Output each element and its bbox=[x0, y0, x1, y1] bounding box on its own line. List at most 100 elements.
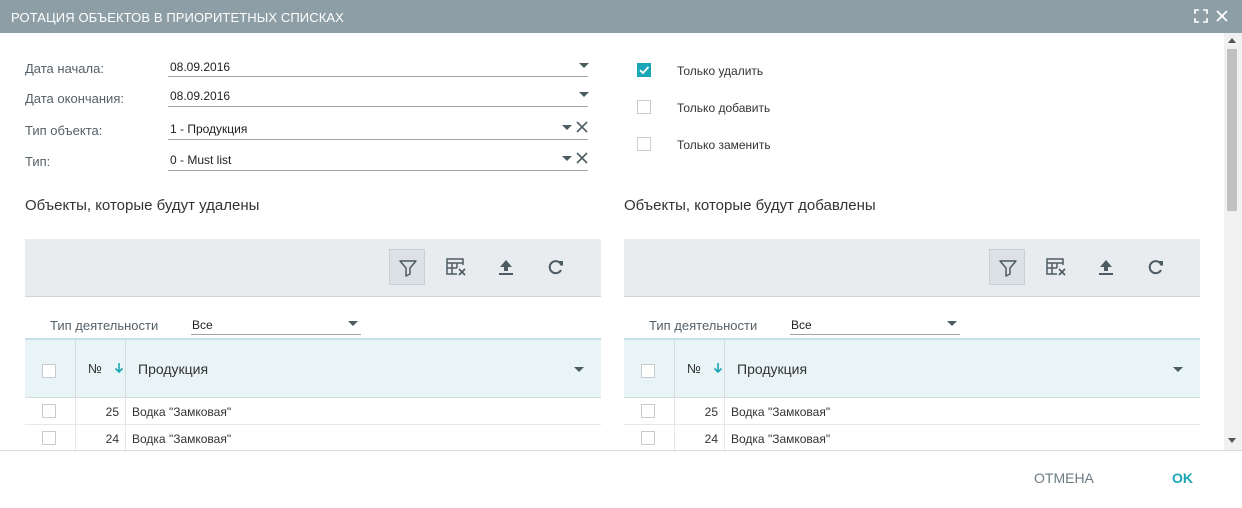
start-date-dropdown-icon[interactable] bbox=[579, 63, 589, 68]
object-type-dropdown-icon[interactable] bbox=[562, 125, 572, 130]
row-product: Водка "Замковая" bbox=[731, 432, 831, 446]
ok-button[interactable]: OK bbox=[1172, 470, 1193, 486]
only-delete-label[interactable]: Только удалить bbox=[677, 64, 763, 78]
only-replace-label[interactable]: Только заменить bbox=[677, 138, 771, 152]
left-upload-button[interactable] bbox=[488, 249, 524, 285]
filter-icon bbox=[999, 260, 1017, 277]
left-clear-filter-button[interactable] bbox=[438, 249, 474, 285]
left-activity-dropdown-icon[interactable] bbox=[348, 321, 358, 326]
row-number: 24 bbox=[704, 432, 718, 446]
row-checkbox[interactable] bbox=[641, 404, 655, 418]
clear-filter-grid-icon bbox=[446, 258, 466, 276]
object-type-clear-icon[interactable] bbox=[576, 120, 588, 133]
scroll-up-arrow[interactable] bbox=[1228, 38, 1236, 43]
left-col-product-header[interactable]: Продукция bbox=[138, 361, 208, 377]
check-icon bbox=[639, 66, 650, 75]
right-grid-header: № Продукция bbox=[624, 338, 1200, 398]
object-type-label: Тип объекта: bbox=[25, 123, 103, 138]
left-select-all-checkbox[interactable] bbox=[42, 364, 56, 378]
row-number: 24 bbox=[105, 432, 119, 446]
scroll-down-arrow[interactable] bbox=[1228, 438, 1236, 443]
right-upload-button[interactable] bbox=[1088, 249, 1124, 285]
only-add-checkbox[interactable] bbox=[637, 100, 651, 114]
column-divider bbox=[75, 425, 76, 452]
object-type-value[interactable]: 1 - Продукция bbox=[170, 122, 247, 136]
row-checkbox[interactable] bbox=[641, 431, 655, 445]
left-column-menu-icon[interactable] bbox=[574, 367, 584, 372]
end-date-underline bbox=[168, 106, 588, 107]
dialog-titlebar: РОТАЦИЯ ОБЪЕКТОВ В ПРИОРИТЕТНЫХ СПИСКАХ bbox=[0, 0, 1242, 33]
start-date-underline bbox=[168, 76, 588, 77]
scrollbar-thumb[interactable] bbox=[1227, 49, 1237, 211]
column-divider bbox=[125, 340, 126, 398]
column-divider bbox=[674, 398, 675, 425]
maximize-icon[interactable] bbox=[1193, 8, 1209, 24]
cancel-button[interactable]: ОТМЕНА bbox=[1034, 470, 1094, 486]
column-divider bbox=[75, 398, 76, 425]
row-checkbox[interactable] bbox=[42, 404, 56, 418]
type-underline bbox=[168, 170, 588, 171]
left-panel-title: Объекты, которые будут удалены bbox=[25, 197, 260, 214]
table-row[interactable]: 24 Водка "Замковая" bbox=[25, 425, 601, 452]
upload-icon bbox=[1099, 260, 1113, 275]
left-activity-value[interactable]: Все bbox=[192, 318, 213, 332]
column-divider bbox=[724, 398, 725, 425]
left-refresh-button[interactable] bbox=[538, 249, 574, 285]
sort-down-icon[interactable] bbox=[713, 362, 723, 374]
row-number: 25 bbox=[704, 405, 718, 419]
left-col-number-header[interactable]: № bbox=[88, 361, 102, 376]
column-divider bbox=[674, 340, 675, 398]
dialog-title: РОТАЦИЯ ОБЪЕКТОВ В ПРИОРИТЕТНЫХ СПИСКАХ bbox=[11, 10, 344, 25]
only-delete-checkbox[interactable] bbox=[637, 63, 651, 77]
row-product: Водка "Замковая" bbox=[132, 432, 232, 446]
column-divider bbox=[724, 425, 725, 452]
row-number: 25 bbox=[105, 405, 119, 419]
column-divider bbox=[75, 340, 76, 398]
object-type-underline bbox=[168, 139, 588, 140]
row-product: Водка "Замковая" bbox=[132, 405, 232, 419]
start-date-label: Дата начала: bbox=[25, 61, 104, 76]
table-row[interactable]: 25 Водка "Замковая" bbox=[25, 398, 601, 425]
right-col-product-header[interactable]: Продукция bbox=[737, 361, 807, 377]
refresh-icon bbox=[1148, 260, 1163, 275]
column-divider bbox=[125, 425, 126, 452]
table-row[interactable]: 25 Водка "Замковая" bbox=[624, 398, 1200, 425]
end-date-label: Дата окончания: bbox=[25, 91, 124, 106]
row-product: Водка "Замковая" bbox=[731, 405, 831, 419]
only-replace-checkbox[interactable] bbox=[637, 137, 651, 151]
only-add-label[interactable]: Только добавить bbox=[677, 101, 770, 115]
column-divider bbox=[674, 425, 675, 452]
sort-down-icon[interactable] bbox=[114, 362, 124, 374]
start-date-value[interactable]: 08.09.2016 bbox=[170, 60, 230, 74]
footer-divider bbox=[0, 450, 1242, 451]
refresh-icon bbox=[548, 260, 563, 275]
row-checkbox[interactable] bbox=[42, 431, 56, 445]
right-grid-toolbar bbox=[624, 239, 1200, 297]
column-divider bbox=[125, 398, 126, 425]
left-filter-button[interactable] bbox=[389, 249, 425, 285]
right-column-menu-icon[interactable] bbox=[1173, 367, 1183, 372]
column-divider bbox=[724, 340, 725, 398]
end-date-value[interactable]: 08.09.2016 bbox=[170, 89, 230, 103]
right-activity-underline bbox=[790, 334, 960, 335]
filter-icon bbox=[399, 260, 417, 277]
close-icon[interactable] bbox=[1214, 8, 1230, 24]
table-row[interactable]: 24 Водка "Замковая" bbox=[624, 425, 1200, 452]
right-panel-title: Объекты, которые будут добавлены bbox=[624, 197, 876, 214]
type-value[interactable]: 0 - Must list bbox=[170, 153, 231, 167]
right-clear-filter-button[interactable] bbox=[1038, 249, 1074, 285]
right-select-all-checkbox[interactable] bbox=[641, 364, 655, 378]
clear-filter-grid-icon bbox=[1046, 258, 1066, 276]
right-col-number-header[interactable]: № bbox=[687, 361, 701, 376]
right-activity-dropdown-icon[interactable] bbox=[947, 321, 957, 326]
right-activity-label: Тип деятельности bbox=[649, 318, 758, 333]
right-filter-button[interactable] bbox=[989, 249, 1025, 285]
right-activity-value[interactable]: Все bbox=[791, 318, 812, 332]
right-refresh-button[interactable] bbox=[1138, 249, 1174, 285]
vertical-scrollbar[interactable] bbox=[1224, 33, 1242, 450]
left-grid-header: № Продукция bbox=[25, 338, 601, 398]
type-dropdown-icon[interactable] bbox=[562, 156, 572, 161]
end-date-dropdown-icon[interactable] bbox=[579, 92, 589, 97]
left-activity-underline bbox=[191, 334, 361, 335]
type-clear-icon[interactable] bbox=[576, 151, 588, 164]
